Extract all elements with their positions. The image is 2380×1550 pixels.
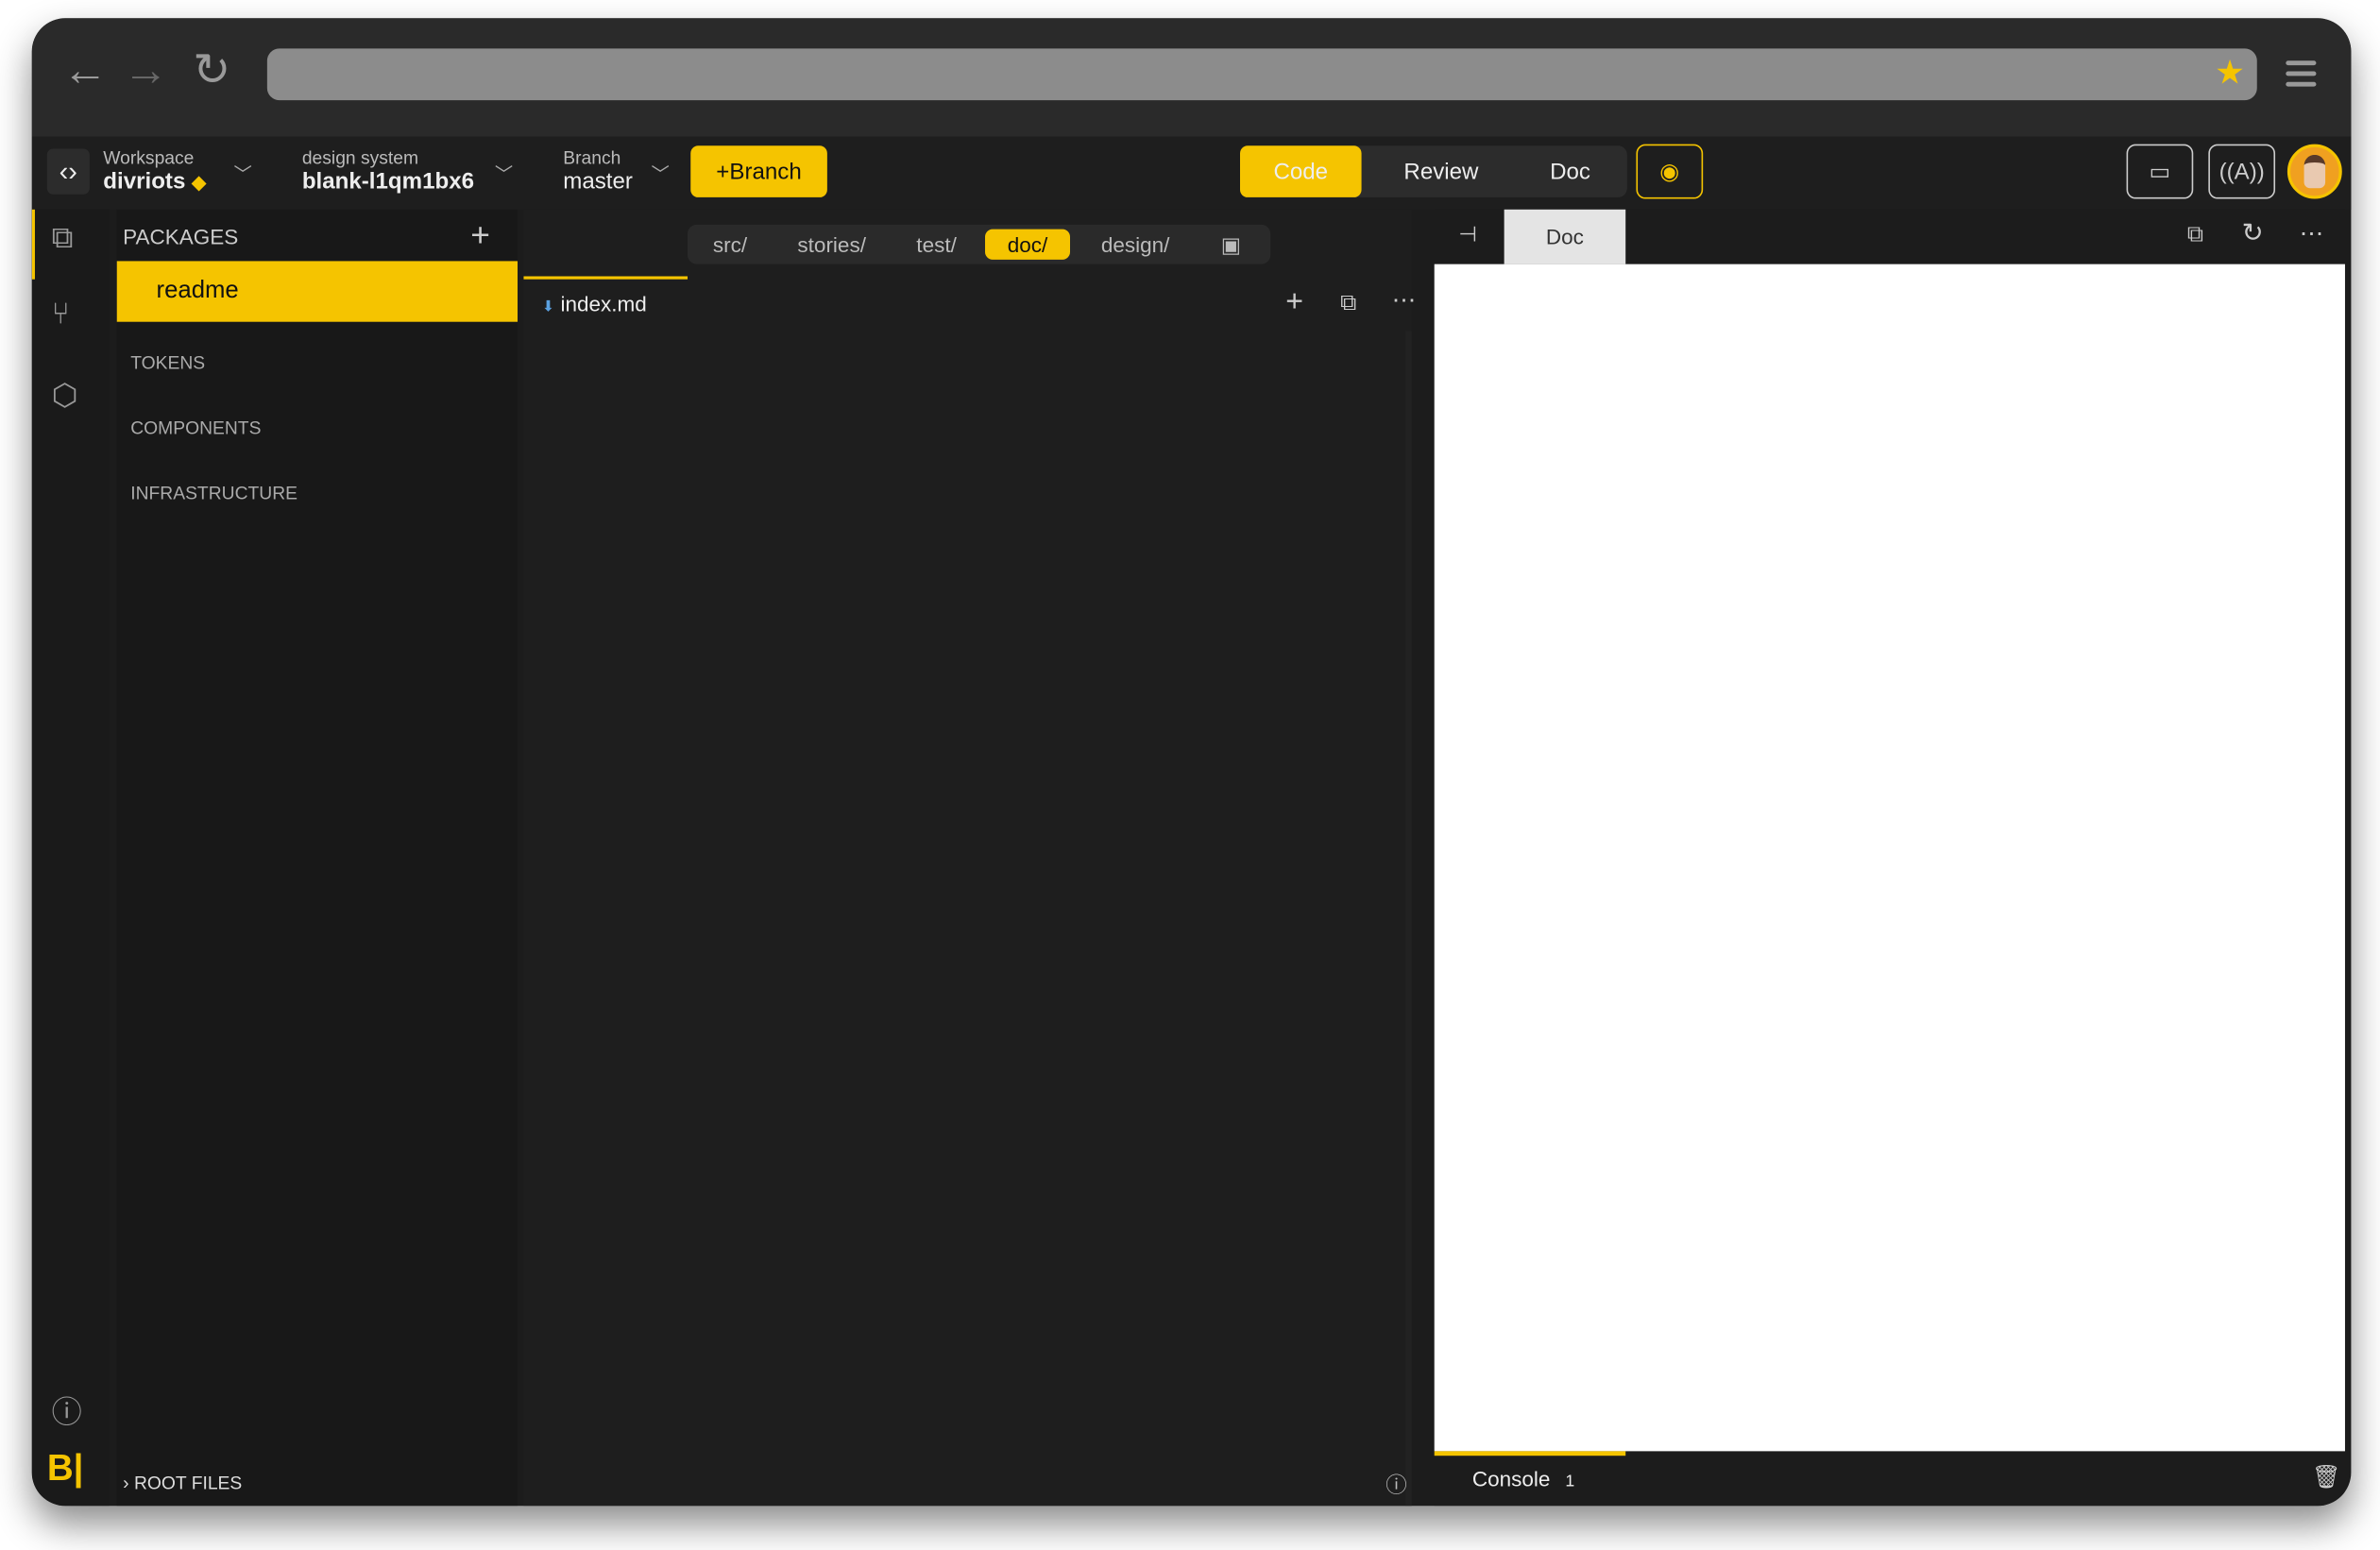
app-header: ‹› Workspace divriots ◆ ﹀ design system … (31, 136, 2352, 210)
folder-test[interactable]: test/ (894, 225, 979, 264)
chevron-down-icon[interactable]: ﹀ (495, 161, 513, 186)
gem-icon: ◆ (192, 171, 206, 194)
editor-panel: src/ stories/ test/ doc/ design/ ▣ ⬇ ind… (523, 209, 1416, 1507)
packages-panel: PACKAGES + readme TOKENS COMPONENTS INFR… (116, 209, 518, 1507)
trash-icon[interactable]: 🗑 (2312, 1463, 2341, 1490)
mode-switcher: Code Review Doc (1240, 145, 1627, 197)
tab-code[interactable]: Code (1240, 145, 1362, 197)
add-package-icon[interactable]: + (470, 215, 490, 255)
reload-icon[interactable]: ↻ (193, 48, 230, 94)
workspace-selector[interactable]: Workspace divriots ◆ (103, 147, 206, 195)
browser-toolbar: ← → ↻ ★ (31, 18, 2352, 137)
help-icon[interactable]: ⓘ (1386, 1470, 1406, 1500)
folder-src[interactable]: src/ (688, 225, 773, 264)
files-icon[interactable]: ⧉ (52, 222, 74, 257)
help-icon[interactable]: ⓘ (52, 1388, 82, 1432)
branch-selector[interactable]: Branch master (563, 147, 633, 195)
tab-doc[interactable]: Doc (1513, 145, 1627, 197)
refresh-icon[interactable]: ↻ (2242, 218, 2264, 248)
chevron-down-icon[interactable]: ﹀ (233, 161, 251, 186)
section-components[interactable]: COMPONENTS (130, 417, 261, 438)
pin-icon[interactable]: ⊣ (1458, 222, 1477, 247)
more-icon[interactable]: ⋯ (2300, 218, 2324, 248)
folder-tabs: src/ stories/ test/ doc/ design/ ▣ (688, 224, 1271, 264)
design-system-selector[interactable]: design system blank-l1qm1bx6 (302, 147, 474, 195)
packages-title: PACKAGES (123, 224, 239, 249)
package-item-readme[interactable]: readme (116, 261, 518, 322)
avatar[interactable] (2286, 144, 2342, 199)
address-bar[interactable] (266, 48, 2257, 101)
open-external-icon[interactable]: ⧉ (2187, 222, 2203, 247)
tab-review[interactable]: Review (1377, 145, 1506, 197)
section-tokens[interactable]: TOKENS (130, 352, 205, 373)
git-branch-icon[interactable]: ⑂ (52, 298, 70, 332)
root-files-toggle[interactable]: › ROOT FILES (123, 1473, 242, 1493)
add-file-icon[interactable]: + (1285, 285, 1303, 320)
console-tab[interactable]: Console 1 (1472, 1466, 1574, 1490)
console-count: 1 (1565, 1472, 1575, 1491)
folder-doc[interactable]: doc/ (985, 229, 1071, 260)
live-broadcast-icon[interactable]: ◉ (1636, 144, 1704, 199)
hamburger-menu-icon[interactable] (2286, 60, 2317, 93)
markdown-file-icon: ⬇ (541, 298, 555, 316)
app-window: ← → ↻ ★ ‹› Workspace divriots ◆ ﹀ design… (31, 18, 2352, 1507)
activity-bar: ⧉ ⑂ ⬡ ⓘ B| (31, 209, 110, 1507)
monitor-icon[interactable]: ▭ (2126, 144, 2194, 199)
backlight-logo-icon: B| (46, 1448, 84, 1490)
back-icon[interactable]: ← (62, 48, 108, 94)
folder-settings-icon[interactable]: ▣ (1203, 225, 1258, 264)
more-icon[interactable]: ⋯ (1392, 285, 1417, 315)
section-infrastructure[interactable]: INFRASTRUCTURE (130, 483, 298, 503)
chevron-down-icon[interactable]: ﹀ (651, 161, 669, 186)
new-branch-button[interactable]: +Branch (690, 145, 827, 197)
split-editor-icon[interactable]: ⧉ (1340, 290, 1356, 315)
folder-design[interactable]: design/ (1082, 225, 1188, 264)
forward-icon[interactable]: → (123, 48, 168, 94)
scrollbar[interactable] (1405, 331, 1412, 1507)
package-box-icon[interactable]: ⬡ (52, 377, 78, 415)
preview-frame[interactable] (1434, 264, 2345, 1452)
antenna-icon[interactable]: ((A)) (2208, 144, 2276, 199)
preview-panel: ⊣ Doc ⧉ ↻ ⋯ Console 1 🗑 (1434, 209, 2345, 1507)
file-tab-index-md[interactable]: ⬇ index.md (523, 276, 688, 328)
preview-tab-doc[interactable]: Doc (1504, 209, 1626, 264)
folder-stories[interactable]: stories/ (778, 225, 884, 264)
code-logo-icon[interactable]: ‹› (46, 148, 90, 195)
